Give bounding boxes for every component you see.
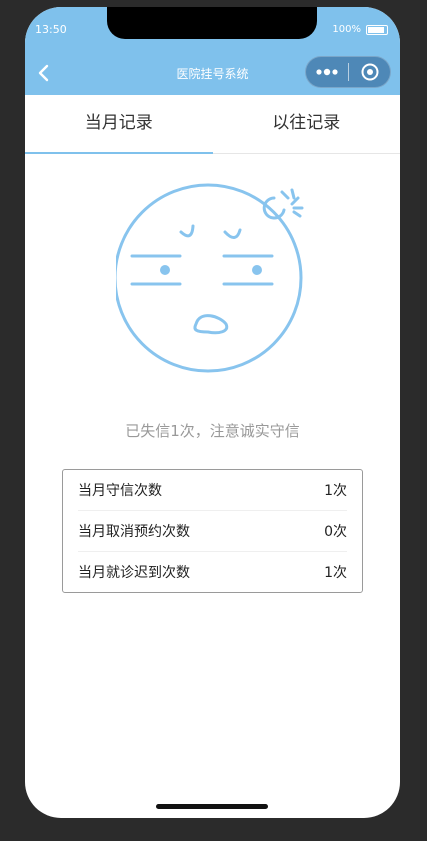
tab-current-month[interactable]: 当月记录 (25, 95, 213, 154)
stat-value: 1次 (324, 565, 347, 581)
battery-percent: 100% (332, 24, 361, 35)
stat-value: 1次 (324, 483, 347, 499)
notch (107, 7, 317, 39)
stat-row-cancelled: 当月取消预约次数 0次 (78, 511, 347, 552)
stat-label: 当月就诊迟到次数 (78, 565, 190, 581)
tab-past-records[interactable]: 以往记录 (213, 95, 401, 153)
monthly-stats-card: 当月守信次数 1次 当月取消预约次数 0次 当月就诊迟到次数 1次 (62, 469, 363, 593)
more-dots-icon (316, 68, 338, 76)
stat-label: 当月守信次数 (78, 483, 162, 499)
battery-icon (366, 24, 388, 35)
stat-row-kept: 当月守信次数 1次 (78, 470, 347, 511)
more-button[interactable] (306, 57, 348, 87)
top-bar: 13:50 100% 医院挂号系统 (25, 7, 400, 95)
home-indicator[interactable] (156, 804, 268, 809)
unhappy-face-icon (116, 183, 304, 373)
stat-label: 当月取消预约次数 (78, 524, 190, 540)
mini-program-capsule (305, 56, 391, 88)
status-battery: 100% (332, 24, 388, 35)
record-tabs: 当月记录 以往记录 (25, 95, 400, 154)
stat-row-late: 当月就诊迟到次数 1次 (78, 552, 347, 592)
status-time: 13:50 (35, 23, 67, 36)
stat-value: 0次 (324, 524, 347, 540)
close-button[interactable] (349, 57, 390, 87)
target-close-icon (361, 63, 378, 81)
credit-warning-message: 已失信1次，注意诚实守信 (125, 422, 300, 440)
phone-screen: 13:50 100% 医院挂号系统 当月记录 以往记录 已失信1次，注意诚实守信… (25, 7, 400, 818)
